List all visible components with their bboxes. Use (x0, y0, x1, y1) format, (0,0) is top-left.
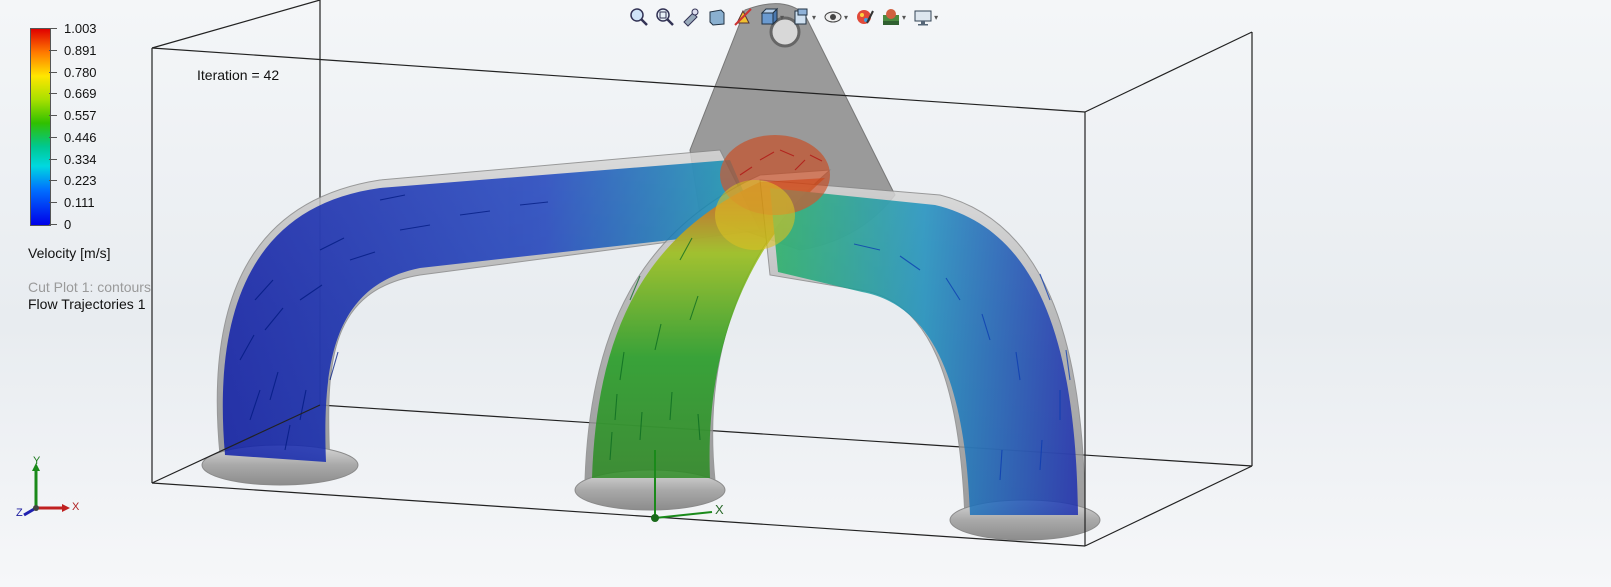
legend-tick-label: 0.334 (64, 151, 97, 167)
section-view-icon[interactable] (706, 6, 728, 28)
legend-tick-mark (49, 136, 57, 138)
legend-tick-mark (49, 93, 57, 95)
reference-triad[interactable]: Y X Z (14, 455, 84, 525)
legend-tick-label: 0.780 (64, 64, 97, 80)
legend-title: Velocity [m/s] (28, 245, 111, 261)
hide-show-items-icon[interactable] (822, 6, 844, 28)
apply-scene-dropdown-icon[interactable]: ▾ (902, 13, 906, 22)
edit-appearance-icon[interactable] (854, 6, 876, 28)
previous-view-icon[interactable] (680, 6, 702, 28)
triad-x-label: X (72, 501, 80, 513)
hide-show-dropdown-icon[interactable]: ▾ (844, 13, 848, 22)
legend-tick-label: 1.003 (64, 21, 97, 36)
display-style-icon[interactable] (790, 6, 812, 28)
legend-tick-label: 0.891 (64, 42, 97, 58)
view-settings-icon[interactable] (912, 6, 934, 28)
view-orientation-dropdown-icon[interactable]: ▾ (780, 13, 784, 22)
legend-tick-mark (49, 224, 57, 225)
legend-tick-mark (49, 49, 57, 51)
view-orientation-icon[interactable] (758, 6, 780, 28)
legend-tick-label: 0.111 (64, 195, 95, 211)
legend-tick-label: 0.446 (64, 129, 97, 145)
zoom-to-area-icon[interactable] (654, 6, 676, 28)
legend-tick-label: 0.557 (64, 108, 97, 124)
zoom-to-fit-icon[interactable] (628, 6, 650, 28)
triad-z-label: Z (16, 507, 23, 519)
legend-tick-mark (49, 202, 57, 204)
cut-plot-label[interactable]: Cut Plot 1: contours (28, 279, 153, 295)
legend-tick-mark (49, 28, 57, 29)
triad-y-label: Y (33, 455, 41, 467)
legend-tick-mark (49, 71, 57, 73)
view-settings-dropdown-icon[interactable]: ▾ (934, 13, 938, 22)
flow-trajectories-label[interactable]: Flow Trajectories 1 (28, 296, 145, 312)
heads-up-view-toolbar: ▾ ▾ ▾ ▾ ▾ (628, 5, 940, 29)
legend-colorbar (30, 28, 51, 226)
iteration-counter: Iteration = 42 (197, 67, 280, 83)
legend-tick-label: 0 (64, 217, 72, 232)
legend-tick-label: 0.223 (64, 173, 97, 189)
display-style-dropdown-icon[interactable]: ▾ (812, 13, 816, 22)
legend-tick-mark (49, 180, 57, 182)
origin-axis-x-label: X (715, 502, 724, 517)
legend-tick-label: 0.669 (64, 86, 97, 102)
legend-tick-mark (49, 115, 57, 117)
apply-scene-icon[interactable] (880, 6, 902, 28)
dynamic-annotation-icon[interactable] (732, 6, 754, 28)
legend-tick-mark (49, 158, 57, 160)
graphics-area[interactable]: X (0, 0, 1611, 587)
